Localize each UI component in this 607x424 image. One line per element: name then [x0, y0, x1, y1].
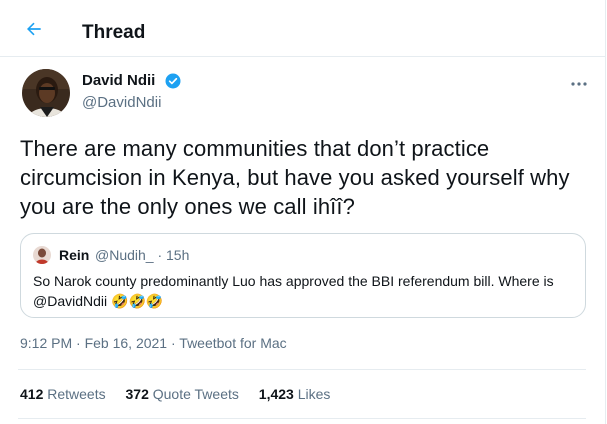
- rofl-emoji-icons: 🤣🤣🤣: [111, 294, 164, 310]
- author-handle[interactable]: @DavidNdii: [82, 94, 161, 111]
- divider: [18, 418, 586, 419]
- page-title: Thread: [82, 22, 146, 43]
- quote-handle-time: @Nudih_ · 15h: [95, 247, 190, 263]
- quote-text: So Narok county predominantly Luo has ap…: [33, 271, 573, 312]
- back-button[interactable]: [24, 19, 48, 41]
- avatar[interactable]: [22, 69, 70, 117]
- retweets-stat[interactable]: 412 Retweets: [20, 386, 106, 402]
- more-button[interactable]: [568, 74, 590, 88]
- verified-badge-icon: [164, 72, 182, 90]
- tweet-text: There are many communities that don’t pr…: [20, 136, 570, 219]
- tweet-timestamp-row: 9:12 PM · Feb 16, 2021 · Tweetbot for Ma…: [20, 335, 287, 351]
- retweets-count: 412: [20, 386, 44, 402]
- quote-tweets-label: Quote Tweets: [152, 386, 239, 402]
- more-horizontal-icon: [571, 82, 587, 86]
- likes-label: Likes: [297, 386, 331, 402]
- quoted-tweet[interactable]: Rein @Nudih_ · 15h So Narok county predo…: [20, 233, 586, 318]
- author-name[interactable]: David Ndii: [82, 72, 155, 89]
- tweet-client[interactable]: Tweetbot for Mac: [179, 335, 286, 351]
- quote-tweets-stat[interactable]: 372 Quote Tweets: [126, 386, 239, 402]
- thread-header: Thread: [0, 0, 606, 57]
- tweet-stats: 412 Retweets 372 Quote Tweets 1,423 Like…: [20, 386, 346, 402]
- divider: [18, 369, 586, 370]
- quote-author-name: Rein: [59, 247, 90, 263]
- quote-tweets-count: 372: [125, 386, 149, 402]
- arrow-left-icon: [27, 22, 41, 36]
- likes-stat[interactable]: 1,423 Likes: [259, 386, 331, 402]
- tweet-timestamp[interactable]: 9:12 PM · Feb 16, 2021: [20, 335, 167, 351]
- tweet-detail-panel: Thread David Ndii @DavidNdii There are m…: [0, 0, 606, 424]
- timestamp-separator: ·: [167, 335, 180, 351]
- quote-avatar: [33, 246, 51, 264]
- likes-count: 1,423: [258, 386, 294, 402]
- retweets-label: Retweets: [47, 386, 106, 402]
